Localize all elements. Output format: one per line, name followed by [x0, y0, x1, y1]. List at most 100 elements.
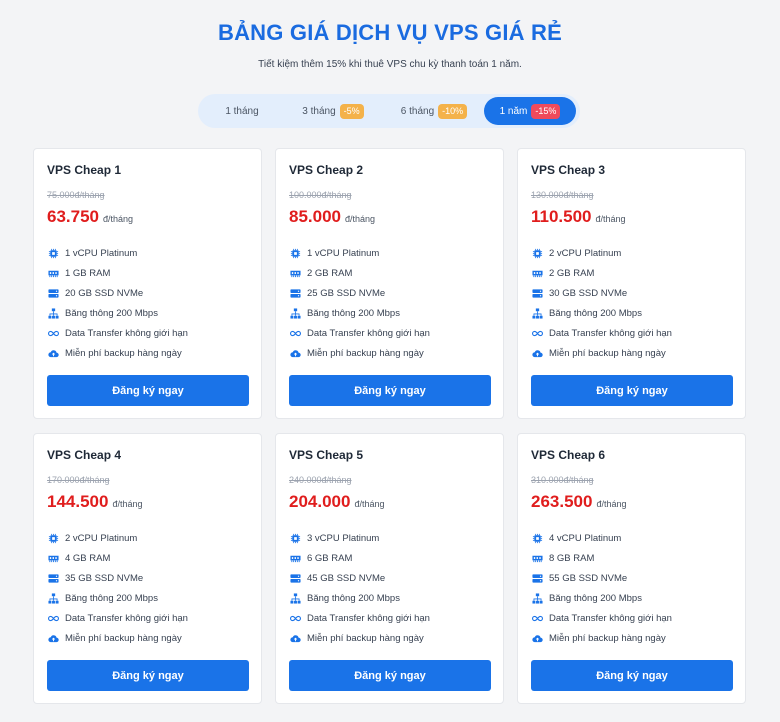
feature-item: Băng thông 200 Mbps	[47, 588, 188, 608]
network-icon	[289, 592, 301, 604]
network-icon	[531, 592, 543, 604]
feature-item: 20 GB SSD NVMe	[47, 283, 188, 303]
network-icon	[47, 592, 59, 604]
plan-features: 1 vCPU Platinum 2 GB RAM 25 GB SSD NVMe Băn…	[289, 243, 430, 363]
register-button[interactable]: Đăng ký ngay	[47, 660, 249, 691]
plan-card-6: VPS Cheap 6 310.000đ/tháng 263.500 đ/thá…	[517, 433, 746, 704]
plan-features: 3 vCPU Platinum 6 GB RAM 45 GB SSD NVMe Băn…	[289, 528, 430, 648]
cloud-upload-icon	[289, 347, 301, 359]
feature-label: Data Transfer không giới hạn	[549, 327, 672, 339]
register-button[interactable]: Đăng ký ngay	[289, 660, 491, 691]
feature-item: 1 GB RAM	[47, 263, 188, 283]
plan-name: VPS Cheap 5	[289, 448, 364, 462]
register-button[interactable]: Đăng ký ngay	[531, 375, 733, 406]
network-icon	[289, 307, 301, 319]
feature-label: 45 GB SSD NVMe	[307, 572, 386, 584]
feature-label: 55 GB SSD NVMe	[549, 572, 628, 584]
feature-label: Băng thông 200 Mbps	[307, 307, 400, 319]
feature-label: 20 GB SSD NVMe	[65, 287, 144, 299]
plan-old-price: 75.000đ/tháng	[47, 190, 105, 200]
feature-item: 55 GB SSD NVMe	[531, 568, 672, 588]
plan-price-unit: đ/tháng	[103, 214, 134, 224]
plan-price: 263.500 đ/tháng	[531, 492, 626, 512]
infinity-icon	[531, 612, 543, 624]
feature-item: 2 vCPU Platinum	[47, 528, 188, 548]
feature-label: 3 vCPU Platinum	[307, 532, 380, 544]
register-button[interactable]: Đăng ký ngay	[47, 375, 249, 406]
plan-price-value: 63.750	[47, 207, 99, 226]
tab-label: 6 tháng	[400, 105, 435, 117]
feature-label: Băng thông 200 Mbps	[65, 592, 158, 604]
ssd-icon	[531, 572, 543, 584]
cpu-icon	[289, 532, 301, 544]
feature-item: 3 vCPU Platinum	[289, 528, 430, 548]
plan-card-3: VPS Cheap 3 130.000đ/tháng 110.500 đ/thá…	[517, 148, 746, 419]
plan-old-price: 100.000đ/tháng	[289, 190, 352, 200]
feature-label: Băng thông 200 Mbps	[307, 592, 400, 604]
infinity-icon	[47, 327, 59, 339]
plan-price-unit: đ/tháng	[595, 214, 626, 224]
plan-price-unit: đ/tháng	[354, 499, 385, 509]
plan-card-5: VPS Cheap 5 240.000đ/tháng 204.000 đ/thá…	[275, 433, 504, 704]
discount-badge: -5%	[339, 103, 364, 119]
feature-label: 6 GB RAM	[307, 552, 353, 564]
feature-item: 1 vCPU Platinum	[289, 243, 430, 263]
infinity-icon	[289, 327, 301, 339]
feature-item: Băng thông 200 Mbps	[47, 303, 188, 323]
tab-3-months[interactable]: 3 tháng -5%	[282, 97, 384, 125]
plan-old-price: 170.000đ/tháng	[47, 475, 110, 485]
cpu-icon	[47, 247, 59, 259]
feature-item: 2 GB RAM	[289, 263, 430, 283]
feature-label: 25 GB SSD NVMe	[307, 287, 386, 299]
infinity-icon	[47, 612, 59, 624]
tab-1-year[interactable]: 1 năm -15%	[484, 97, 576, 125]
feature-label: 1 vCPU Platinum	[65, 247, 138, 259]
cloud-upload-icon	[47, 347, 59, 359]
plan-price: 85.000 đ/tháng	[289, 207, 375, 227]
plan-card-4: VPS Cheap 4 170.000đ/tháng 144.500 đ/thá…	[33, 433, 262, 704]
plan-price-value: 110.500	[531, 207, 592, 226]
feature-item: Data Transfer không giới hạn	[47, 323, 188, 343]
ram-icon	[531, 267, 543, 279]
feature-item: Miễn phí backup hàng ngày	[289, 628, 430, 648]
pricing-page: BẢNG GIÁ DỊCH VỤ VPS GIÁ RẺ Tiết kiệm th…	[0, 0, 780, 722]
feature-item: 4 vCPU Platinum	[531, 528, 672, 548]
page-subtitle: Tiết kiệm thêm 15% khi thuê VPS chu kỳ t…	[258, 59, 522, 70]
plan-features: 2 vCPU Platinum 4 GB RAM 35 GB SSD NVMe Băn…	[47, 528, 188, 648]
tab-label: 1 năm	[499, 105, 528, 117]
feature-item: 2 vCPU Platinum	[531, 243, 672, 263]
ssd-icon	[289, 287, 301, 299]
register-button[interactable]: Đăng ký ngay	[289, 375, 491, 406]
plan-old-price: 240.000đ/tháng	[289, 475, 352, 485]
infinity-icon	[289, 612, 301, 624]
plan-price-unit: đ/tháng	[345, 214, 376, 224]
cloud-upload-icon	[47, 632, 59, 644]
cpu-icon	[289, 247, 301, 259]
feature-item: Data Transfer không giới hạn	[47, 608, 188, 628]
page-title: BẢNG GIÁ DỊCH VỤ VPS GIÁ RẺ	[218, 20, 562, 45]
plan-price: 110.500 đ/tháng	[531, 207, 626, 227]
feature-item: Miễn phí backup hàng ngày	[531, 343, 672, 363]
feature-item: Băng thông 200 Mbps	[289, 303, 430, 323]
feature-label: Băng thông 200 Mbps	[65, 307, 158, 319]
plan-features: 4 vCPU Platinum 8 GB RAM 55 GB SSD NVMe Băn…	[531, 528, 672, 648]
feature-label: Miễn phí backup hàng ngày	[307, 347, 424, 359]
feature-label: 1 GB RAM	[65, 267, 111, 279]
tab-6-months[interactable]: 6 tháng -10%	[384, 97, 484, 125]
feature-item: 8 GB RAM	[531, 548, 672, 568]
ram-icon	[47, 552, 59, 564]
register-button[interactable]: Đăng ký ngay	[531, 660, 733, 691]
cloud-upload-icon	[289, 632, 301, 644]
tab-1-month[interactable]: 1 tháng	[202, 97, 282, 125]
cloud-upload-icon	[531, 347, 543, 359]
feature-item: Miễn phí backup hàng ngày	[289, 343, 430, 363]
network-icon	[531, 307, 543, 319]
feature-item: 30 GB SSD NVMe	[531, 283, 672, 303]
feature-item: Băng thông 200 Mbps	[531, 588, 672, 608]
ssd-icon	[289, 572, 301, 584]
feature-item: 25 GB SSD NVMe	[289, 283, 430, 303]
plan-price: 204.000 đ/tháng	[289, 492, 384, 512]
ssd-icon	[47, 572, 59, 584]
feature-item: 35 GB SSD NVMe	[47, 568, 188, 588]
feature-label: 2 GB RAM	[549, 267, 595, 279]
